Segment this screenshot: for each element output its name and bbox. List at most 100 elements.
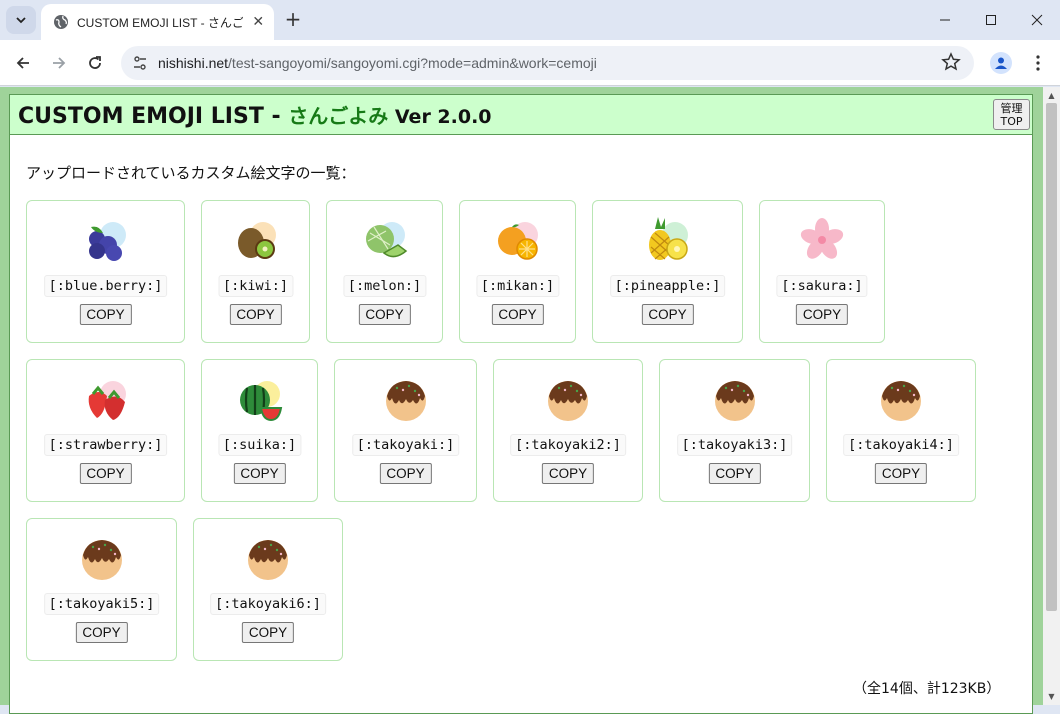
url-path: /test-sangoyomi/sangoyomi.cgi?mode=admin… [228, 55, 597, 71]
copy-button[interactable]: COPY [641, 304, 694, 325]
emoji-card: [:sakura:] COPY [759, 200, 885, 343]
emoji-code: [:takoyaki3:] [676, 434, 793, 456]
emoji-code: [:mikan:] [475, 275, 560, 297]
emoji-card: [:pineapple:] COPY [592, 200, 743, 343]
emoji-card: [:takoyaki6:] COPY [193, 518, 343, 661]
emoji-card: [:suika:] COPY [201, 359, 318, 502]
forward-button[interactable] [47, 51, 71, 75]
window-maximize-button[interactable] [968, 0, 1014, 40]
copy-button[interactable]: COPY [75, 622, 128, 643]
takoyaki-icon [381, 374, 431, 424]
scroll-down-icon[interactable]: ▼ [1046, 691, 1057, 701]
minimize-icon [940, 19, 950, 21]
back-button[interactable] [11, 51, 35, 75]
takoyaki-icon [710, 374, 760, 424]
globe-icon [54, 15, 68, 29]
more-vertical-icon [1036, 55, 1040, 71]
person-icon [995, 57, 1007, 69]
admin-top-label-2: TOP [1000, 115, 1023, 128]
bookmark-star-icon[interactable] [941, 52, 961, 72]
admin-top-label-1: 管理 [1000, 102, 1023, 115]
emoji-card: [:takoyaki:] COPY [334, 359, 477, 502]
emoji-code: [:takoyaki5:] [43, 593, 160, 615]
emoji-code: [:takoyaki4:] [843, 434, 959, 456]
copy-button[interactable]: COPY [874, 463, 928, 484]
emoji-card: [:takoyaki5:] COPY [26, 518, 177, 661]
browser-toolbar: nishishi.net/test-sangoyomi/sangoyomi.cg… [0, 40, 1060, 86]
reload-button[interactable] [83, 51, 107, 75]
strawberry-icon [81, 374, 131, 424]
emoji-code: [:pineapple:] [609, 275, 726, 297]
emoji-code: [:suika:] [217, 434, 302, 456]
copy-button[interactable]: COPY [229, 304, 282, 325]
emoji-code: [:takoyaki6:] [210, 593, 326, 615]
blueberry-icon [81, 215, 131, 265]
emoji-card: [:takoyaki3:] COPY [659, 359, 810, 502]
app-name: さんごよみ [288, 104, 389, 128]
new-tab-button[interactable]: + [282, 7, 304, 31]
pineapple-icon [643, 215, 693, 265]
emoji-code: [:sakura:] [776, 275, 868, 297]
emoji-code: [:blue.berry:] [43, 275, 168, 297]
emoji-card: [:kiwi:] COPY [201, 200, 310, 343]
intro-text: アップロードされているカスタム絵文字の一覧： [26, 164, 356, 182]
tab-search-button[interactable] [6, 6, 36, 34]
emoji-code: [:takoyaki2:] [510, 434, 626, 456]
emoji-card: [:melon:] COPY [326, 200, 443, 343]
emoji-card: [:takoyaki4:] COPY [826, 359, 976, 502]
copy-button[interactable]: COPY [795, 304, 849, 325]
emoji-code: [:melon:] [342, 275, 427, 297]
tab-title: CUSTOM EMOJI LIST - さんごよみ [77, 15, 243, 30]
sakura-icon [797, 215, 847, 265]
site-info-icon[interactable] [131, 54, 149, 72]
scrollbar-thumb[interactable] [1046, 103, 1057, 611]
window-minimize-button[interactable] [922, 0, 968, 40]
emoji-code: [:kiwi:] [217, 275, 294, 297]
active-tab[interactable]: CUSTOM EMOJI LIST - さんごよみ ✕ [41, 4, 274, 40]
arrow-right-icon [53, 57, 66, 69]
takoyaki-icon [243, 533, 293, 583]
page-header: CUSTOM EMOJI LIST - さんごよみ Ver 2.0.0 管理 T… [10, 95, 1032, 135]
mikan-icon [493, 215, 543, 265]
copy-button[interactable]: COPY [233, 463, 286, 484]
emoji-card: [:mikan:] COPY [459, 200, 576, 343]
admin-top-button[interactable]: 管理 TOP [993, 99, 1030, 130]
emoji-code: [:takoyaki:] [351, 434, 460, 456]
close-icon [1031, 14, 1043, 26]
takoyaki-icon [876, 374, 926, 424]
emoji-card: [:strawberry:] COPY [26, 359, 185, 502]
copy-button[interactable]: COPY [79, 304, 132, 325]
summary-text: （全14個、計123KB） [853, 681, 1001, 697]
address-bar[interactable]: nishishi.net/test-sangoyomi/sangoyomi.cg… [121, 46, 974, 80]
chevron-down-icon [16, 17, 26, 24]
copy-button[interactable]: COPY [491, 304, 544, 325]
tab-strip: CUSTOM EMOJI LIST - さんごよみ ✕ + [0, 0, 1060, 40]
version-text: Ver 2.0.0 [388, 106, 492, 128]
page-frame: CUSTOM EMOJI LIST - さんごよみ Ver 2.0.0 管理 T… [9, 94, 1033, 714]
copy-button[interactable]: COPY [379, 463, 432, 484]
reload-icon [89, 56, 101, 69]
copy-button[interactable]: COPY [541, 463, 595, 484]
emoji-card: [:blue.berry:] COPY [26, 200, 185, 343]
melon-icon [360, 215, 410, 265]
emoji-card: [:takoyaki2:] COPY [493, 359, 643, 502]
copy-button[interactable]: COPY [241, 622, 295, 643]
page-title: CUSTOM EMOJI LIST - さんごよみ Ver 2.0.0 [18, 100, 492, 129]
maximize-icon [986, 15, 996, 25]
suika-icon [235, 374, 285, 424]
browser-menu-button[interactable] [1028, 52, 1048, 74]
copy-button[interactable]: COPY [79, 463, 132, 484]
tab-close-icon[interactable]: ✕ [251, 14, 266, 30]
title-text: CUSTOM EMOJI LIST - [18, 104, 289, 129]
scroll-up-icon[interactable]: ▲ [1046, 90, 1057, 100]
url-text[interactable]: nishishi.net/test-sangoyomi/sangoyomi.cg… [158, 55, 597, 71]
copy-button[interactable]: COPY [708, 463, 761, 484]
takoyaki-icon [543, 374, 593, 424]
takoyaki-icon [77, 533, 127, 583]
window-close-button[interactable] [1014, 0, 1060, 40]
profile-avatar[interactable] [990, 52, 1012, 74]
arrow-left-icon [16, 57, 29, 69]
url-host: nishishi.net [158, 55, 229, 71]
copy-button[interactable]: COPY [358, 304, 411, 325]
kiwi-icon [231, 215, 281, 265]
